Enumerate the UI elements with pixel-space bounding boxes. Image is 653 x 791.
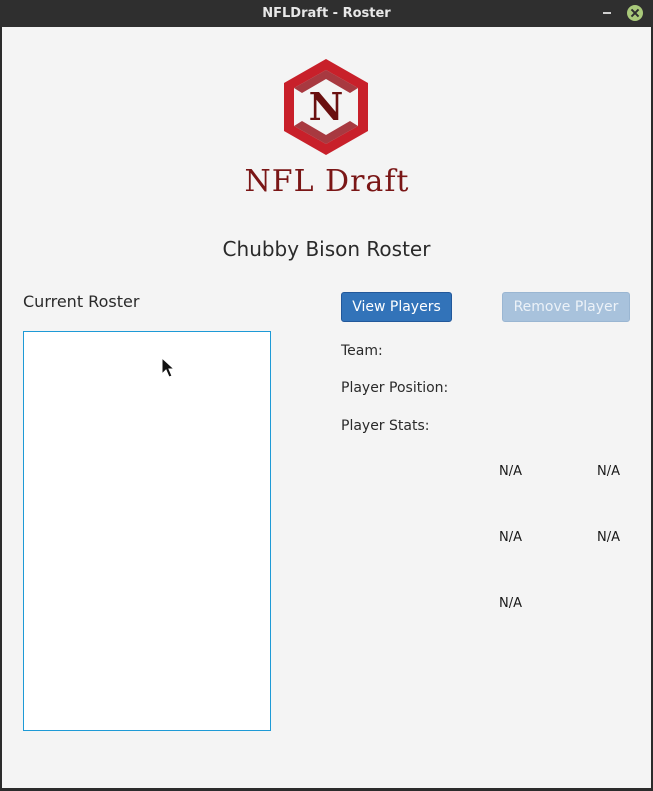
remove-player-button[interactable]: Remove Player xyxy=(502,292,630,322)
player-stats-label: Player Stats: xyxy=(341,418,430,434)
mouse-cursor-icon xyxy=(161,357,175,378)
logo-text: NFL Draft xyxy=(244,164,410,199)
player-position-label: Player Position: xyxy=(341,380,449,396)
stat-value: N/A xyxy=(597,530,620,545)
stat-value: N/A xyxy=(499,530,522,545)
minimize-icon[interactable] xyxy=(603,12,611,14)
current-roster-label: Current Roster xyxy=(23,292,140,311)
main-content: N NFL Draft Chubby Bison Roster Current … xyxy=(2,27,651,788)
view-players-button[interactable]: View Players xyxy=(341,292,452,322)
stat-value: N/A xyxy=(597,464,620,479)
team-label: Team: xyxy=(341,343,383,359)
stat-value: N/A xyxy=(499,464,522,479)
page-title: Chubby Bison Roster xyxy=(222,237,431,261)
app-window: NFLDraft - Roster N NFL Draft Chubby Bis… xyxy=(0,0,653,791)
stat-value: N/A xyxy=(499,596,522,611)
window-title: NFLDraft - Roster xyxy=(262,6,391,21)
nfl-draft-logo: N xyxy=(284,59,368,155)
logo-letter: N xyxy=(309,84,344,129)
roster-list[interactable] xyxy=(23,331,271,731)
title-bar[interactable]: NFLDraft - Roster xyxy=(0,0,653,27)
close-icon[interactable] xyxy=(627,5,643,21)
